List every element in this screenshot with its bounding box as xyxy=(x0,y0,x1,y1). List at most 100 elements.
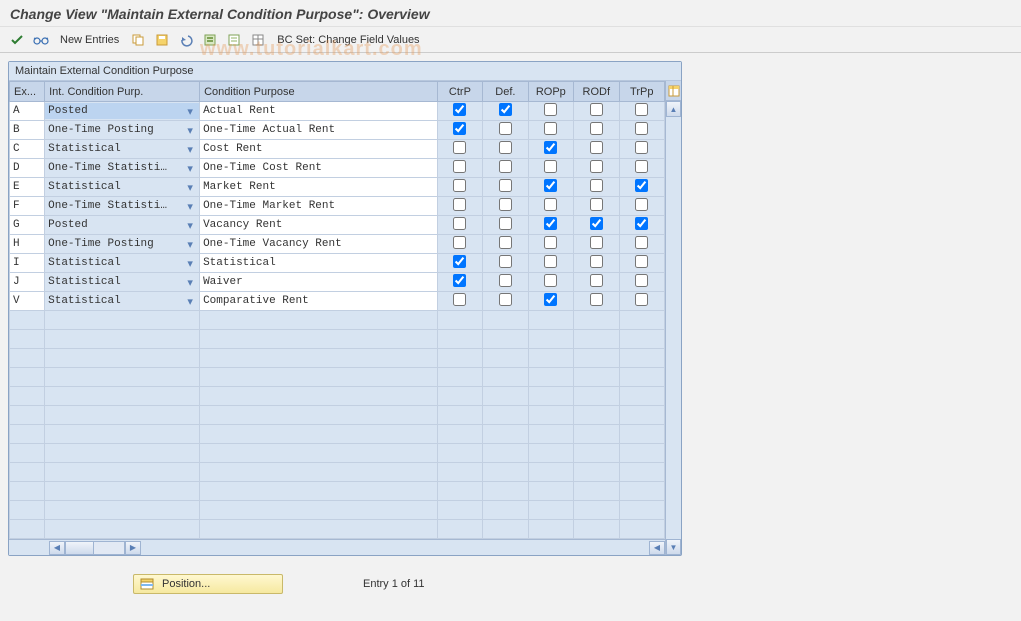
int-cond-value[interactable]: Statistical xyxy=(45,274,199,290)
chevron-down-icon[interactable]: ▾ xyxy=(183,104,197,118)
ctrp-checkbox[interactable] xyxy=(453,179,466,192)
ctrp-checkbox[interactable] xyxy=(453,141,466,154)
ctrp-checkbox[interactable] xyxy=(453,122,466,135)
int-cond-value[interactable]: One-Time Posting xyxy=(45,236,199,252)
chevron-down-icon[interactable]: ▾ xyxy=(183,142,197,156)
ropp-checkbox[interactable] xyxy=(544,217,557,230)
table-settings-icon[interactable] xyxy=(666,81,681,101)
chevron-down-icon[interactable]: ▾ xyxy=(183,275,197,289)
new-entries-button[interactable]: New Entries xyxy=(56,32,123,48)
copy-icon[interactable] xyxy=(129,31,147,49)
chevron-down-icon[interactable]: ▾ xyxy=(183,256,197,270)
table-row[interactable]: Statistical▾ xyxy=(10,273,665,292)
ex-input[interactable] xyxy=(10,160,44,176)
col-ctrp[interactable]: CtrP xyxy=(437,82,482,102)
table-row[interactable]: One-Time Statisti…▾ xyxy=(10,159,665,178)
table-row[interactable]: Statistical▾ xyxy=(10,292,665,311)
ex-input[interactable] xyxy=(10,293,44,309)
table-row[interactable]: One-Time Posting▾ xyxy=(10,235,665,254)
scroll-right-icon[interactable]: ▶ xyxy=(125,541,141,555)
table-row[interactable]: Statistical▾ xyxy=(10,254,665,273)
def-checkbox[interactable] xyxy=(499,179,512,192)
cond-purpose-input[interactable] xyxy=(200,122,437,138)
int-cond-value[interactable]: Statistical xyxy=(45,179,199,195)
trpp-checkbox[interactable] xyxy=(635,255,648,268)
cond-purpose-input[interactable] xyxy=(200,274,437,290)
ropp-checkbox[interactable] xyxy=(544,103,557,116)
table-row[interactable]: Posted▾ xyxy=(10,102,665,121)
ropp-checkbox[interactable] xyxy=(544,274,557,287)
cond-purpose-input[interactable] xyxy=(200,160,437,176)
ex-input[interactable] xyxy=(10,141,44,157)
trpp-checkbox[interactable] xyxy=(635,179,648,192)
bc-set-button[interactable]: BC Set: Change Field Values xyxy=(273,32,423,48)
rodf-checkbox[interactable] xyxy=(590,293,603,306)
col-ex[interactable]: Ex... xyxy=(10,82,45,102)
ropp-checkbox[interactable] xyxy=(544,160,557,173)
rodf-checkbox[interactable] xyxy=(590,103,603,116)
undo-icon[interactable] xyxy=(177,31,195,49)
chevron-down-icon[interactable]: ▾ xyxy=(183,218,197,232)
ctrp-checkbox[interactable] xyxy=(453,236,466,249)
save-variant-icon[interactable] xyxy=(153,31,171,49)
ctrp-checkbox[interactable] xyxy=(453,293,466,306)
rodf-checkbox[interactable] xyxy=(590,198,603,211)
def-checkbox[interactable] xyxy=(499,217,512,230)
ex-input[interactable] xyxy=(10,198,44,214)
int-cond-value[interactable]: Statistical xyxy=(45,293,199,309)
ex-input[interactable] xyxy=(10,179,44,195)
def-checkbox[interactable] xyxy=(499,103,512,116)
int-cond-value[interactable]: Posted xyxy=(45,103,199,119)
rodf-checkbox[interactable] xyxy=(590,179,603,192)
rodf-checkbox[interactable] xyxy=(590,274,603,287)
trpp-checkbox[interactable] xyxy=(635,103,648,116)
cond-purpose-input[interactable] xyxy=(200,198,437,214)
ex-input[interactable] xyxy=(10,103,44,119)
trpp-checkbox[interactable] xyxy=(635,122,648,135)
rodf-checkbox[interactable] xyxy=(590,255,603,268)
trpp-checkbox[interactable] xyxy=(635,217,648,230)
ctrp-checkbox[interactable] xyxy=(453,160,466,173)
scroll-left-icon[interactable]: ◀ xyxy=(49,541,65,555)
trpp-checkbox[interactable] xyxy=(635,141,648,154)
col-trpp[interactable]: TrPp xyxy=(619,82,665,102)
ropp-checkbox[interactable] xyxy=(544,141,557,154)
deselect-all-icon[interactable] xyxy=(225,31,243,49)
horizontal-scrollbar[interactable]: ◀ ▶ ◀ ▶ xyxy=(9,539,681,555)
def-checkbox[interactable] xyxy=(499,122,512,135)
rodf-checkbox[interactable] xyxy=(590,160,603,173)
glasses-icon[interactable] xyxy=(32,31,50,49)
col-int-cond[interactable]: Int. Condition Purp. xyxy=(45,82,200,102)
col-rodf[interactable]: RODf xyxy=(574,82,619,102)
ex-input[interactable] xyxy=(10,255,44,271)
trpp-checkbox[interactable] xyxy=(635,236,648,249)
int-cond-value[interactable]: One-Time Statisti… xyxy=(45,198,199,214)
cond-purpose-input[interactable] xyxy=(200,217,437,233)
table-row[interactable]: Posted▾ xyxy=(10,216,665,235)
col-ropp[interactable]: ROPp xyxy=(528,82,573,102)
trpp-checkbox[interactable] xyxy=(635,274,648,287)
scroll-up-icon[interactable]: ▲ xyxy=(666,101,681,117)
chevron-down-icon[interactable]: ▾ xyxy=(183,161,197,175)
ctrp-checkbox[interactable] xyxy=(453,274,466,287)
ctrp-checkbox[interactable] xyxy=(453,217,466,230)
scroll-left2-icon[interactable]: ◀ xyxy=(649,541,665,555)
rodf-checkbox[interactable] xyxy=(590,141,603,154)
ex-input[interactable] xyxy=(10,236,44,252)
ropp-checkbox[interactable] xyxy=(544,179,557,192)
def-checkbox[interactable] xyxy=(499,274,512,287)
ctrp-checkbox[interactable] xyxy=(453,103,466,116)
chevron-down-icon[interactable]: ▾ xyxy=(183,123,197,137)
def-checkbox[interactable] xyxy=(499,141,512,154)
int-cond-value[interactable]: Posted xyxy=(45,217,199,233)
chevron-down-icon[interactable]: ▾ xyxy=(183,180,197,194)
chevron-down-icon[interactable]: ▾ xyxy=(183,294,197,308)
table-row[interactable]: Statistical▾ xyxy=(10,178,665,197)
scroll-down-icon[interactable]: ▼ xyxy=(666,539,681,555)
ropp-checkbox[interactable] xyxy=(544,236,557,249)
ropp-checkbox[interactable] xyxy=(544,255,557,268)
ctrp-checkbox[interactable] xyxy=(453,198,466,211)
def-checkbox[interactable] xyxy=(499,198,512,211)
table-icon[interactable] xyxy=(249,31,267,49)
check-icon[interactable] xyxy=(8,31,26,49)
